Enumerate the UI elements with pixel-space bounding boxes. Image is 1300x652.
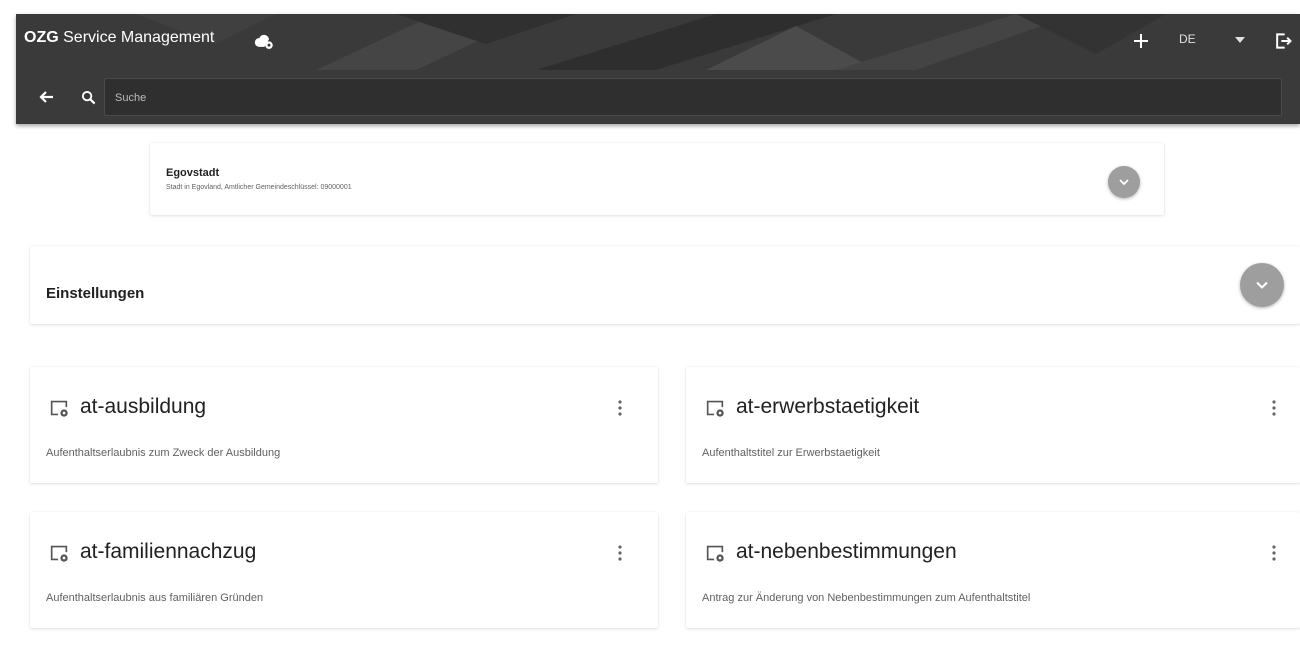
service-card[interactable]: at-nebenbestimmungen Antrag zur Änderung…	[686, 512, 1300, 628]
caret-down-icon	[1235, 37, 1245, 43]
app-title-bold: OZG	[24, 29, 59, 46]
service-description: Antrag zur Änderung von Nebenbestimmunge…	[702, 592, 1031, 604]
more-vert-icon	[1272, 545, 1276, 561]
service-settings-icon	[50, 545, 68, 562]
tenant-card: Egovstadt Stadt in Egovland, Amtlicher G…	[150, 143, 1164, 215]
add-button[interactable]	[1128, 28, 1154, 54]
service-settings-icon	[50, 400, 68, 417]
app-title-rest: Service Management	[58, 29, 215, 46]
service-card[interactable]: at-familiennachzug Aufenthaltserlaubnis …	[30, 512, 658, 628]
settings-panel[interactable]: Einstellungen	[30, 246, 1300, 324]
arrow-left-icon	[39, 91, 53, 103]
search-field[interactable]	[104, 78, 1282, 117]
more-vert-icon	[1272, 400, 1276, 416]
service-menu-button[interactable]	[1262, 395, 1286, 421]
search-input[interactable]	[113, 79, 1267, 117]
tenant-description: Stadt in Egovland, Amtlicher Gemeindesch…	[166, 184, 352, 191]
search-toolbar	[16, 72, 1300, 124]
service-card[interactable]: at-erwerbstaetigkeit Aufenthaltstitel zu…	[686, 367, 1300, 483]
more-vert-icon	[618, 545, 622, 561]
language-selector[interactable]: DE	[1179, 32, 1196, 46]
language-menu-button[interactable]	[1230, 29, 1250, 51]
tenant-expand-button[interactable]	[1108, 166, 1140, 198]
service-title: at-ausbildung	[80, 395, 207, 418]
service-menu-button[interactable]	[608, 540, 632, 566]
logout-icon	[1276, 33, 1292, 49]
service-card[interactable]: at-ausbildung Aufenthaltserlaubnis zum Z…	[30, 367, 658, 483]
service-title: at-nebenbestimmungen	[736, 540, 957, 563]
more-vert-icon	[618, 400, 622, 416]
app-title[interactable]: OZG Service Management	[24, 29, 214, 47]
search-icon	[81, 90, 95, 104]
service-title: at-familiennachzug	[80, 540, 257, 563]
service-title: at-erwerbstaetigkeit	[736, 395, 920, 418]
top-toolbar: OZG Service Management DE	[16, 14, 1300, 70]
service-settings-icon	[706, 400, 724, 417]
service-description: Aufenthaltstitel zur Erwerbstaetigkeit	[702, 447, 880, 459]
search-button[interactable]	[76, 85, 100, 109]
settings-expand-button[interactable]	[1240, 263, 1284, 307]
settings-title: Einstellungen	[46, 285, 145, 302]
tenant-name: Egovstadt	[166, 167, 220, 179]
app-bar: OZG Service Management DE	[16, 14, 1300, 124]
service-menu-button[interactable]	[1262, 540, 1286, 566]
service-description: Aufenthaltserlaubnis zum Zweck der Ausbi…	[46, 447, 281, 459]
logout-button[interactable]	[1270, 28, 1296, 54]
service-settings-icon	[706, 545, 724, 562]
service-menu-button[interactable]	[608, 395, 632, 421]
chevron-down-icon	[1256, 281, 1268, 289]
cloud-settings-icon	[254, 34, 273, 49]
service-description: Aufenthaltserlaubnis aus familiären Grün…	[46, 592, 264, 604]
chevron-down-icon	[1119, 178, 1129, 185]
back-button[interactable]	[34, 85, 58, 109]
plus-icon	[1134, 34, 1148, 48]
